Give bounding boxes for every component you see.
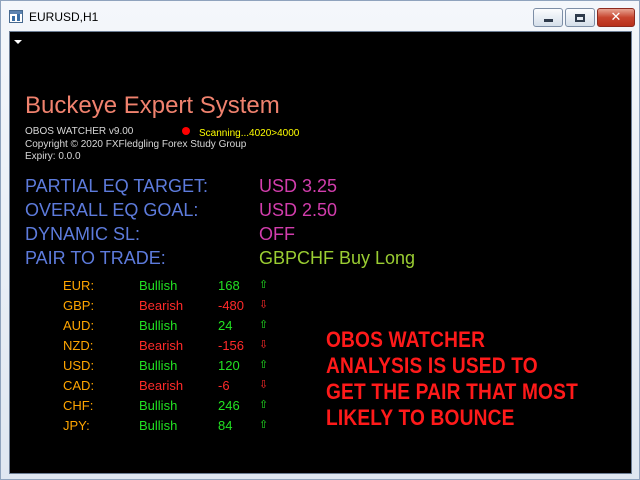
currency-value: 246 bbox=[218, 398, 240, 413]
up-arrow-icon: ⇧ bbox=[259, 399, 269, 411]
chart-area[interactable]: Buckeye Expert System OBOS WATCHER v9.00… bbox=[9, 31, 632, 474]
currency-name: JPY: bbox=[63, 418, 90, 433]
currency-value: 84 bbox=[218, 418, 233, 433]
expiry-text: Expiry: 0.0.0 bbox=[25, 151, 81, 162]
down-arrow-icon: ⇩ bbox=[259, 299, 269, 311]
scan-status: Scanning...4020>4000 bbox=[199, 128, 300, 139]
currency-name: GBP: bbox=[63, 298, 95, 313]
currency-name: NZD: bbox=[63, 338, 94, 353]
maximize-icon bbox=[575, 13, 585, 22]
info-value: GBPCHF Buy Long bbox=[259, 248, 416, 268]
currency-value: 24 bbox=[218, 318, 233, 333]
chart-window-icon[interactable] bbox=[9, 10, 23, 23]
currency-name: EUR: bbox=[63, 278, 95, 293]
callout-line: ANALYSIS IS USED TO bbox=[326, 353, 538, 378]
down-arrow-icon: ⇩ bbox=[259, 339, 269, 351]
down-arrow-icon: ⇩ bbox=[259, 379, 269, 391]
currency-name: USD: bbox=[63, 358, 95, 373]
up-arrow-icon: ⇧ bbox=[259, 359, 269, 371]
currency-name: AUD: bbox=[63, 318, 95, 333]
one-click-trading-toggle-icon[interactable] bbox=[14, 40, 22, 44]
currency-value: -6 bbox=[218, 378, 230, 393]
callout-line: GET THE PAIR THAT MOST bbox=[326, 379, 578, 404]
window-title: EURUSD,H1 bbox=[29, 10, 99, 24]
module-name: OBOS WATCHER v9.00 bbox=[25, 126, 134, 137]
currency-trend: Bullish bbox=[139, 398, 178, 413]
currency-trend: Bullish bbox=[139, 358, 178, 373]
currency-value: -480 bbox=[218, 298, 245, 313]
scan-status-icon bbox=[182, 127, 190, 135]
minimize-icon bbox=[543, 19, 553, 22]
info-value: OFF bbox=[259, 224, 295, 244]
close-icon: ✕ bbox=[610, 10, 622, 25]
currency-value: -156 bbox=[218, 338, 245, 353]
currency-trend: Bullish bbox=[139, 278, 178, 293]
currency-value: 168 bbox=[218, 278, 240, 293]
currency-name: CHF: bbox=[63, 398, 94, 413]
info-value: USD 2.50 bbox=[259, 200, 338, 220]
chart-window: EURUSD,H1 ✕ Buckeye Expert System OBOS W… bbox=[0, 0, 640, 480]
expert-title: Buckeye Expert System bbox=[25, 92, 280, 119]
callout-line: LIKELY TO BOUNCE bbox=[326, 405, 515, 430]
info-label: PAIR TO TRADE: bbox=[25, 248, 166, 268]
callout-line: OBOS WATCHER bbox=[326, 327, 486, 352]
copyright-text: Copyright © 2020 FXFledgling Forex Study… bbox=[25, 139, 247, 150]
promo-callout-text: OBOS WATCHER ANALYSIS IS USED TO GET THE… bbox=[326, 327, 587, 431]
currency-trend: Bearish bbox=[139, 378, 184, 393]
window-titlebar[interactable]: EURUSD,H1 ✕ bbox=[1, 1, 639, 31]
close-button[interactable]: ✕ bbox=[597, 8, 635, 27]
up-arrow-icon: ⇧ bbox=[259, 419, 269, 431]
currency-name: CAD: bbox=[63, 378, 95, 393]
up-arrow-icon: ⇧ bbox=[259, 319, 269, 331]
info-label: OVERALL EQ GOAL: bbox=[25, 200, 199, 220]
currency-value: 120 bbox=[218, 358, 240, 373]
info-label: PARTIAL EQ TARGET: bbox=[25, 176, 209, 196]
currency-trend: Bearish bbox=[139, 338, 184, 353]
maximize-button[interactable] bbox=[565, 8, 595, 27]
currency-trend: Bullish bbox=[139, 418, 178, 433]
up-arrow-icon: ⇧ bbox=[259, 279, 269, 291]
info-label: DYNAMIC SL: bbox=[25, 224, 141, 244]
info-value: USD 3.25 bbox=[259, 176, 338, 196]
minimize-button[interactable] bbox=[533, 8, 563, 27]
currency-trend: Bearish bbox=[139, 298, 184, 313]
currency-trend: Bullish bbox=[139, 318, 178, 333]
